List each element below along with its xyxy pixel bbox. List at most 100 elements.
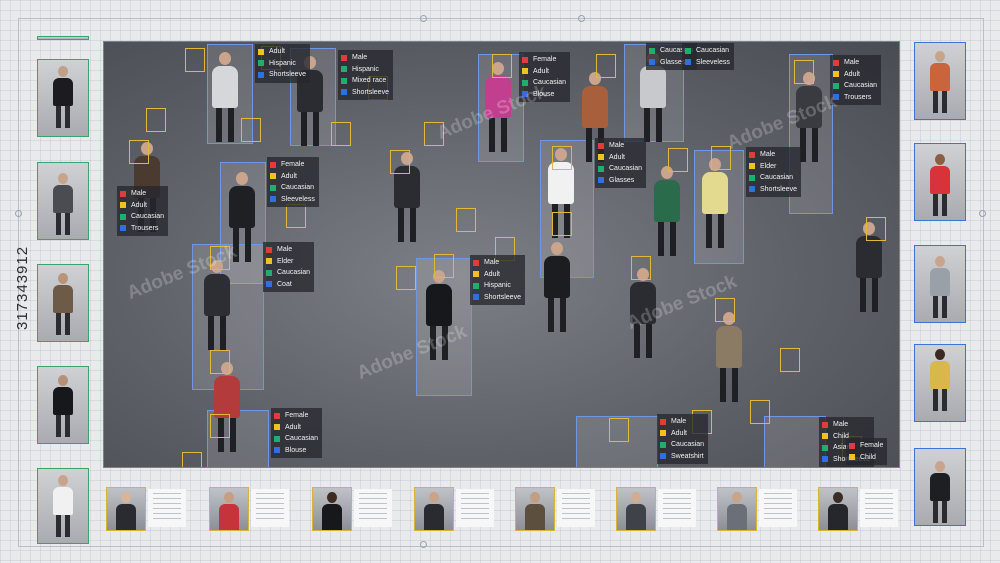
- face-crop: [106, 487, 146, 531]
- face-detection-box[interactable]: [185, 48, 205, 72]
- pedestrian: [544, 242, 570, 332]
- attribute-color-marker: [685, 59, 691, 66]
- attribute-label: Trousers: [844, 93, 872, 101]
- attribute-tag-panel[interactable]: Female Child: [846, 438, 888, 465]
- attribute-row: Caucasian: [522, 77, 566, 89]
- attribute-tag-panel[interactable]: Male Elder Caucasian Shortsleeve: [746, 147, 801, 197]
- right-thumbnail[interactable]: [914, 448, 966, 526]
- pedestrian: [204, 260, 230, 350]
- face-card[interactable]: [717, 487, 799, 531]
- attribute-row: Adult: [522, 66, 566, 78]
- face-detection-box[interactable]: [552, 146, 572, 170]
- attribute-tag-panel[interactable]: Female Adult Caucasian Blouse: [271, 408, 323, 458]
- attribute-color-marker: [522, 79, 528, 86]
- attribute-row: Caucasian: [598, 163, 642, 175]
- attribute-label: Adult: [285, 423, 301, 431]
- hud-marker: [420, 15, 427, 22]
- face-card[interactable]: [515, 487, 597, 531]
- attribute-row: Shortsleeve: [749, 184, 797, 196]
- attribute-label: Female: [281, 161, 305, 169]
- attribute-tag-panel[interactable]: Male Adult Hispanic Shortsleeve: [470, 255, 525, 305]
- face-detection-box[interactable]: [492, 54, 512, 78]
- face-detection-box[interactable]: [210, 246, 230, 270]
- face-detection-box[interactable]: [552, 212, 572, 236]
- face-card[interactable]: [312, 487, 394, 531]
- attribute-color-marker: [660, 453, 666, 460]
- attribute-label: Male: [760, 151, 776, 159]
- surveillance-viewport[interactable]: Male Hispanic Mixed race Shortsleeve Adult H…: [103, 41, 900, 468]
- face-detection-box[interactable]: [596, 54, 616, 78]
- attribute-tag-panel[interactable]: Male Adult Caucasian Trousers: [830, 55, 882, 105]
- hud-marker: [578, 15, 585, 22]
- attribute-row: Glasses: [598, 175, 642, 187]
- face-card[interactable]: [818, 487, 900, 531]
- face-detection-box[interactable]: [456, 208, 476, 232]
- face-detection-box[interactable]: [866, 217, 886, 241]
- face-detection-box[interactable]: [631, 256, 651, 280]
- attribute-label: Sleeveless: [696, 58, 730, 66]
- attribute-color-marker: [598, 154, 604, 161]
- attribute-color-marker: [598, 165, 604, 172]
- attribute-tag-panel[interactable]: Female Adult Caucasian Blouse: [519, 52, 571, 102]
- face-card[interactable]: [616, 487, 698, 531]
- attribute-tag-panel[interactable]: Male Adult Caucasian Trousers: [117, 186, 169, 236]
- left-thumbnail[interactable]: [37, 162, 89, 240]
- face-detection-box[interactable]: [210, 350, 230, 374]
- attribute-color-marker: [266, 269, 272, 276]
- attribute-tag-panel[interactable]: Male Hispanic Mixed race Shortsleeve: [338, 50, 393, 100]
- face-detection-box[interactable]: [424, 122, 444, 146]
- attribute-color-marker: [849, 454, 855, 461]
- attribute-row: Female: [849, 440, 883, 452]
- right-thumbnail[interactable]: [914, 42, 966, 120]
- attribute-tag-panel[interactable]: Male Adult Caucasian Glasses: [595, 138, 647, 188]
- attribute-color-marker: [270, 196, 276, 203]
- attribute-tag-panel[interactable]: Caucasian Sleeveless: [682, 43, 734, 70]
- attribute-row: Caucasian: [749, 172, 797, 184]
- right-thumbnail[interactable]: [914, 344, 966, 422]
- attribute-tag-panel[interactable]: Male Adult Caucasian Sweatshirt: [657, 414, 709, 464]
- attribute-row: Caucasian: [660, 439, 704, 451]
- face-detection-box[interactable]: [794, 60, 814, 84]
- attribute-tag-panel[interactable]: Male Elder Caucasian Coat: [263, 242, 315, 292]
- attribute-row: Hispanic: [341, 64, 389, 76]
- left-thumbnail[interactable]: [37, 36, 89, 40]
- face-detection-box[interactable]: [146, 108, 166, 132]
- face-detection-box[interactable]: [396, 266, 416, 290]
- pedestrian: [426, 270, 452, 360]
- face-card[interactable]: [106, 487, 188, 531]
- left-thumbnail[interactable]: [37, 264, 89, 342]
- right-thumbnail[interactable]: [914, 143, 966, 221]
- attribute-tag-panel[interactable]: Female Adult Caucasian Sleeveless: [267, 157, 319, 207]
- attribute-label: Caucasian: [760, 174, 794, 182]
- face-crop: [312, 487, 352, 531]
- attribute-tag-panel[interactable]: Adult Hispanic Shortsleeve: [255, 44, 310, 83]
- attribute-color-marker: [258, 60, 264, 67]
- face-detection-box[interactable]: [241, 118, 261, 142]
- face-detection-box[interactable]: [331, 122, 351, 146]
- face-detection-box[interactable]: [711, 146, 731, 170]
- face-crop: [818, 487, 858, 531]
- face-detection-box[interactable]: [129, 140, 149, 164]
- attribute-label: Sleeveless: [281, 195, 315, 203]
- left-thumbnail[interactable]: [37, 59, 89, 137]
- face-detection-box[interactable]: [434, 254, 454, 278]
- face-detection-box[interactable]: [210, 414, 230, 438]
- left-thumbnail[interactable]: [37, 366, 89, 444]
- face-detection-box[interactable]: [182, 452, 202, 467]
- attribute-label: Mixed race: [352, 77, 387, 85]
- face-card[interactable]: [414, 487, 496, 531]
- face-card[interactable]: [209, 487, 291, 531]
- right-thumbnail[interactable]: [914, 245, 966, 323]
- face-detection-box[interactable]: [286, 204, 306, 228]
- attribute-label: Adult: [844, 70, 860, 78]
- left-thumbnail[interactable]: [37, 468, 89, 544]
- attribute-color-marker: [473, 294, 479, 301]
- body-detection-box[interactable]: [764, 416, 826, 467]
- attribute-label: Caucasian: [696, 47, 730, 55]
- face-detection-box[interactable]: [715, 298, 735, 322]
- face-detection-box[interactable]: [668, 148, 688, 172]
- face-detection-box[interactable]: [390, 150, 410, 174]
- face-detection-box[interactable]: [609, 418, 629, 442]
- face-detection-box[interactable]: [750, 400, 770, 424]
- face-detection-box[interactable]: [780, 348, 800, 372]
